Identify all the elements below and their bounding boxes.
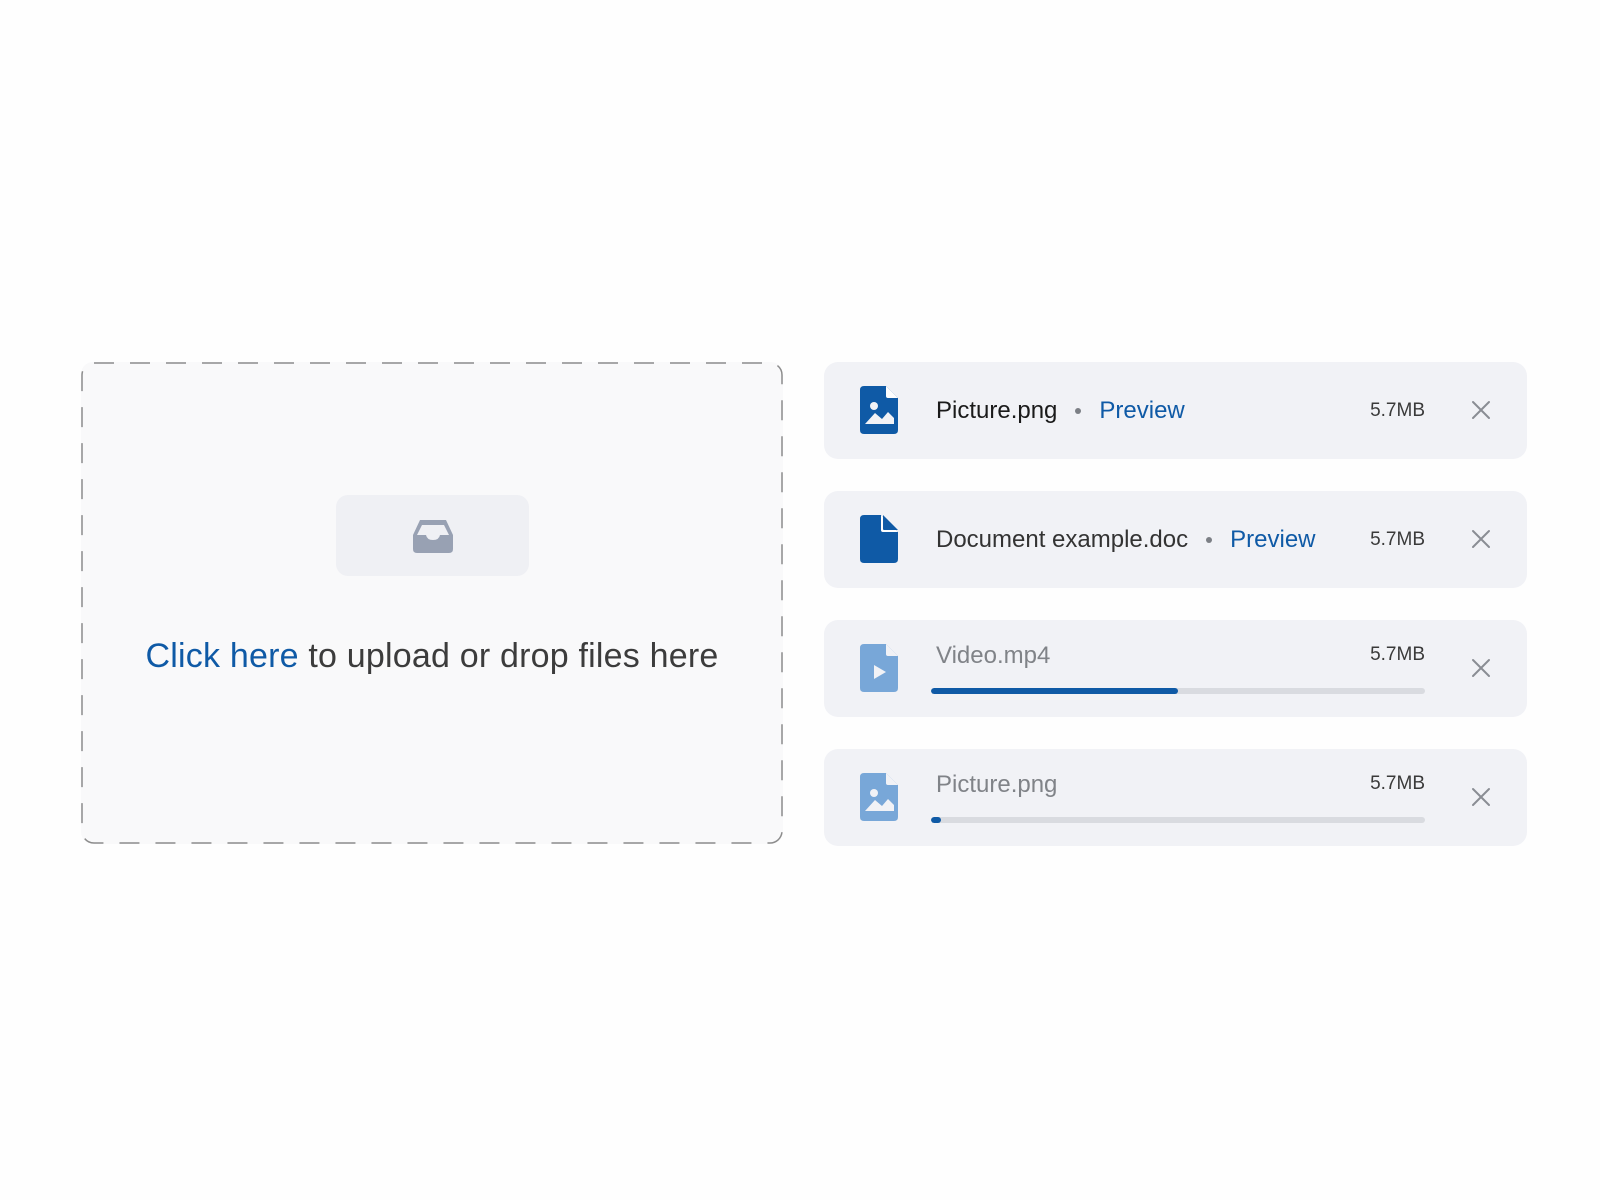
cancel-upload-button[interactable]	[1467, 654, 1495, 682]
close-icon	[1472, 659, 1490, 677]
close-icon	[1472, 401, 1490, 419]
dropzone-dashed-border	[81, 362, 783, 844]
file-name: Document example.doc	[936, 525, 1189, 553]
upload-dropzone[interactable]: Click here to upload or drop files here	[81, 362, 783, 844]
upload-page: Click here to upload or drop files here …	[0, 0, 1600, 1200]
file-size: 5.7MB	[1370, 773, 1425, 794]
dropzone-instructions: Click here to upload or drop files here	[81, 637, 783, 676]
inbox-tray-icon	[412, 519, 453, 553]
remove-file-button[interactable]	[1467, 396, 1495, 424]
upload-progress-fill	[931, 817, 941, 823]
file-size: 5.7MB	[1370, 528, 1425, 550]
file-name: Picture.png	[936, 396, 1058, 424]
file-name: Picture.png	[936, 771, 1058, 798]
upload-progress-fill	[931, 688, 1178, 694]
dropzone-text: to upload or drop files here	[298, 637, 719, 675]
upload-progress-bar	[931, 817, 1425, 823]
preview-link[interactable]: Preview	[1230, 526, 1315, 554]
document-file-icon	[860, 515, 898, 563]
file-item-uploading: Video.mp4 5.7MB	[824, 620, 1527, 717]
file-name: Video.mp4	[936, 642, 1051, 669]
file-item: Document example.doc Preview 5.7MB	[824, 491, 1527, 588]
file-size: 5.7MB	[1370, 644, 1425, 665]
file-item-uploading: Picture.png 5.7MB	[824, 749, 1527, 846]
image-file-icon	[860, 773, 898, 821]
image-file-icon	[860, 386, 898, 434]
file-item: Picture.png Preview 5.7MB	[824, 362, 1527, 459]
upload-progress-bar	[931, 688, 1425, 694]
close-icon	[1472, 788, 1490, 806]
click-here-link[interactable]: Click here	[146, 637, 299, 675]
video-file-icon	[860, 644, 898, 692]
preview-link[interactable]: Preview	[1099, 397, 1184, 425]
dropzone-icon-box	[336, 495, 529, 576]
remove-file-button[interactable]	[1467, 525, 1495, 553]
separator-dot	[1075, 407, 1082, 414]
separator-dot	[1206, 536, 1213, 543]
file-list: Picture.png Preview 5.7MB Document examp…	[824, 362, 1527, 846]
close-icon	[1472, 530, 1490, 548]
cancel-upload-button[interactable]	[1467, 783, 1495, 811]
file-size: 5.7MB	[1370, 399, 1425, 421]
